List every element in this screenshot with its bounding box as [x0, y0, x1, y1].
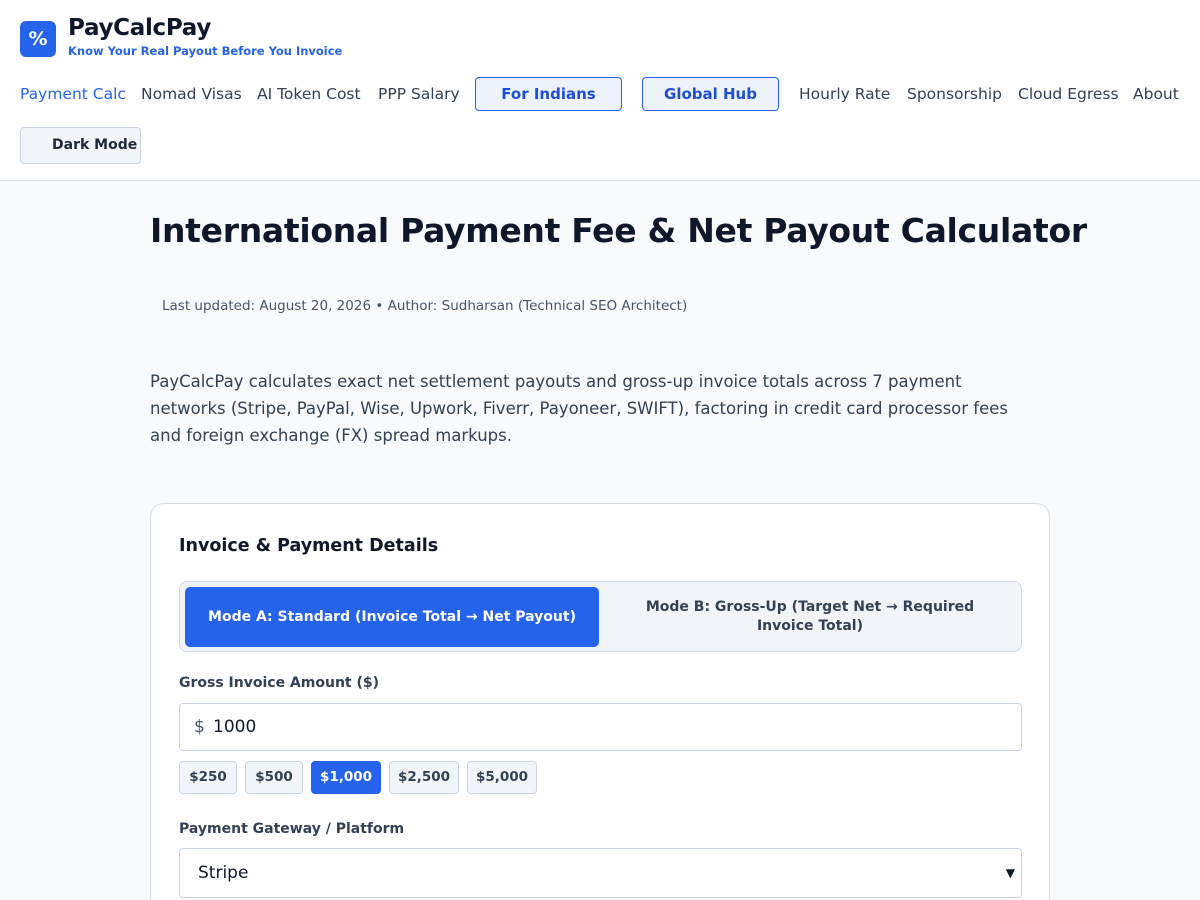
nav-payment-calc[interactable]: Payment Calc [20, 77, 126, 111]
amount-label: Gross Invoice Amount ($) [179, 675, 380, 691]
gateway-select[interactable]: Stripe ▼ [179, 848, 1022, 898]
calculator-card: Invoice & Payment Details Mode A: Standa… [150, 503, 1050, 900]
gateway-value: Stripe [198, 863, 249, 883]
nav-for-indians-button[interactable]: For Indians [475, 77, 622, 111]
nav-ppp-salary[interactable]: PPP Salary [378, 77, 460, 111]
site-header: % PayCalcPay Know Your Real Payout Befor… [0, 0, 1200, 181]
calculator-title: Invoice & Payment Details [179, 536, 439, 556]
nav-cloud-egress[interactable]: Cloud Egress [1018, 77, 1119, 111]
dollar-prefix: $ [194, 717, 205, 737]
page-meta: Last updated: August 20, 2026 • Author: … [162, 298, 688, 314]
nav-sponsorship[interactable]: Sponsorship [907, 77, 1002, 111]
preset-5000-button[interactable]: $5,000 [467, 761, 537, 794]
brand[interactable]: % PayCalcPay Know Your Real Payout Befor… [20, 14, 342, 58]
percent-logo-icon: % [20, 21, 56, 57]
nav-hourly-rate[interactable]: Hourly Rate [799, 77, 890, 111]
nav-ai-token-cost[interactable]: AI Token Cost [257, 77, 361, 111]
preset-2500-button[interactable]: $2,500 [389, 761, 459, 794]
dark-mode-toggle[interactable]: Dark Mode [20, 127, 141, 164]
preset-1000-button[interactable]: $1,000 [311, 761, 381, 794]
intro-paragraph: PayCalcPay calculates exact net settleme… [150, 372, 1008, 445]
chevron-down-icon: ▼ [1005, 866, 1015, 880]
nav-global-hub-button[interactable]: Global Hub [642, 77, 779, 111]
preset-250-button[interactable]: $250 [179, 761, 237, 794]
mode-toggle: Mode A: Standard (Invoice Total → Net Pa… [179, 581, 1022, 652]
mode-a-button[interactable]: Mode A: Standard (Invoice Total → Net Pa… [185, 587, 599, 647]
brand-tagline: Know Your Real Payout Before You Invoice [68, 44, 343, 58]
nav-about[interactable]: About [1133, 77, 1179, 111]
page-title: International Payment Fee & Net Payout C… [150, 211, 1087, 250]
main-nav: Payment Calc Nomad Visas AI Token Cost P… [0, 77, 1200, 111]
amount-input[interactable]: $ 1000 [179, 703, 1022, 751]
amount-value: 1000 [213, 717, 257, 737]
brand-name: PayCalcPay [68, 15, 212, 41]
preset-500-button[interactable]: $500 [245, 761, 303, 794]
nav-nomad-visas[interactable]: Nomad Visas [141, 77, 242, 111]
mode-b-button[interactable]: Mode B: Gross-Up (Target Net → Required … [605, 587, 1015, 647]
gateway-label: Payment Gateway / Platform [179, 821, 405, 837]
